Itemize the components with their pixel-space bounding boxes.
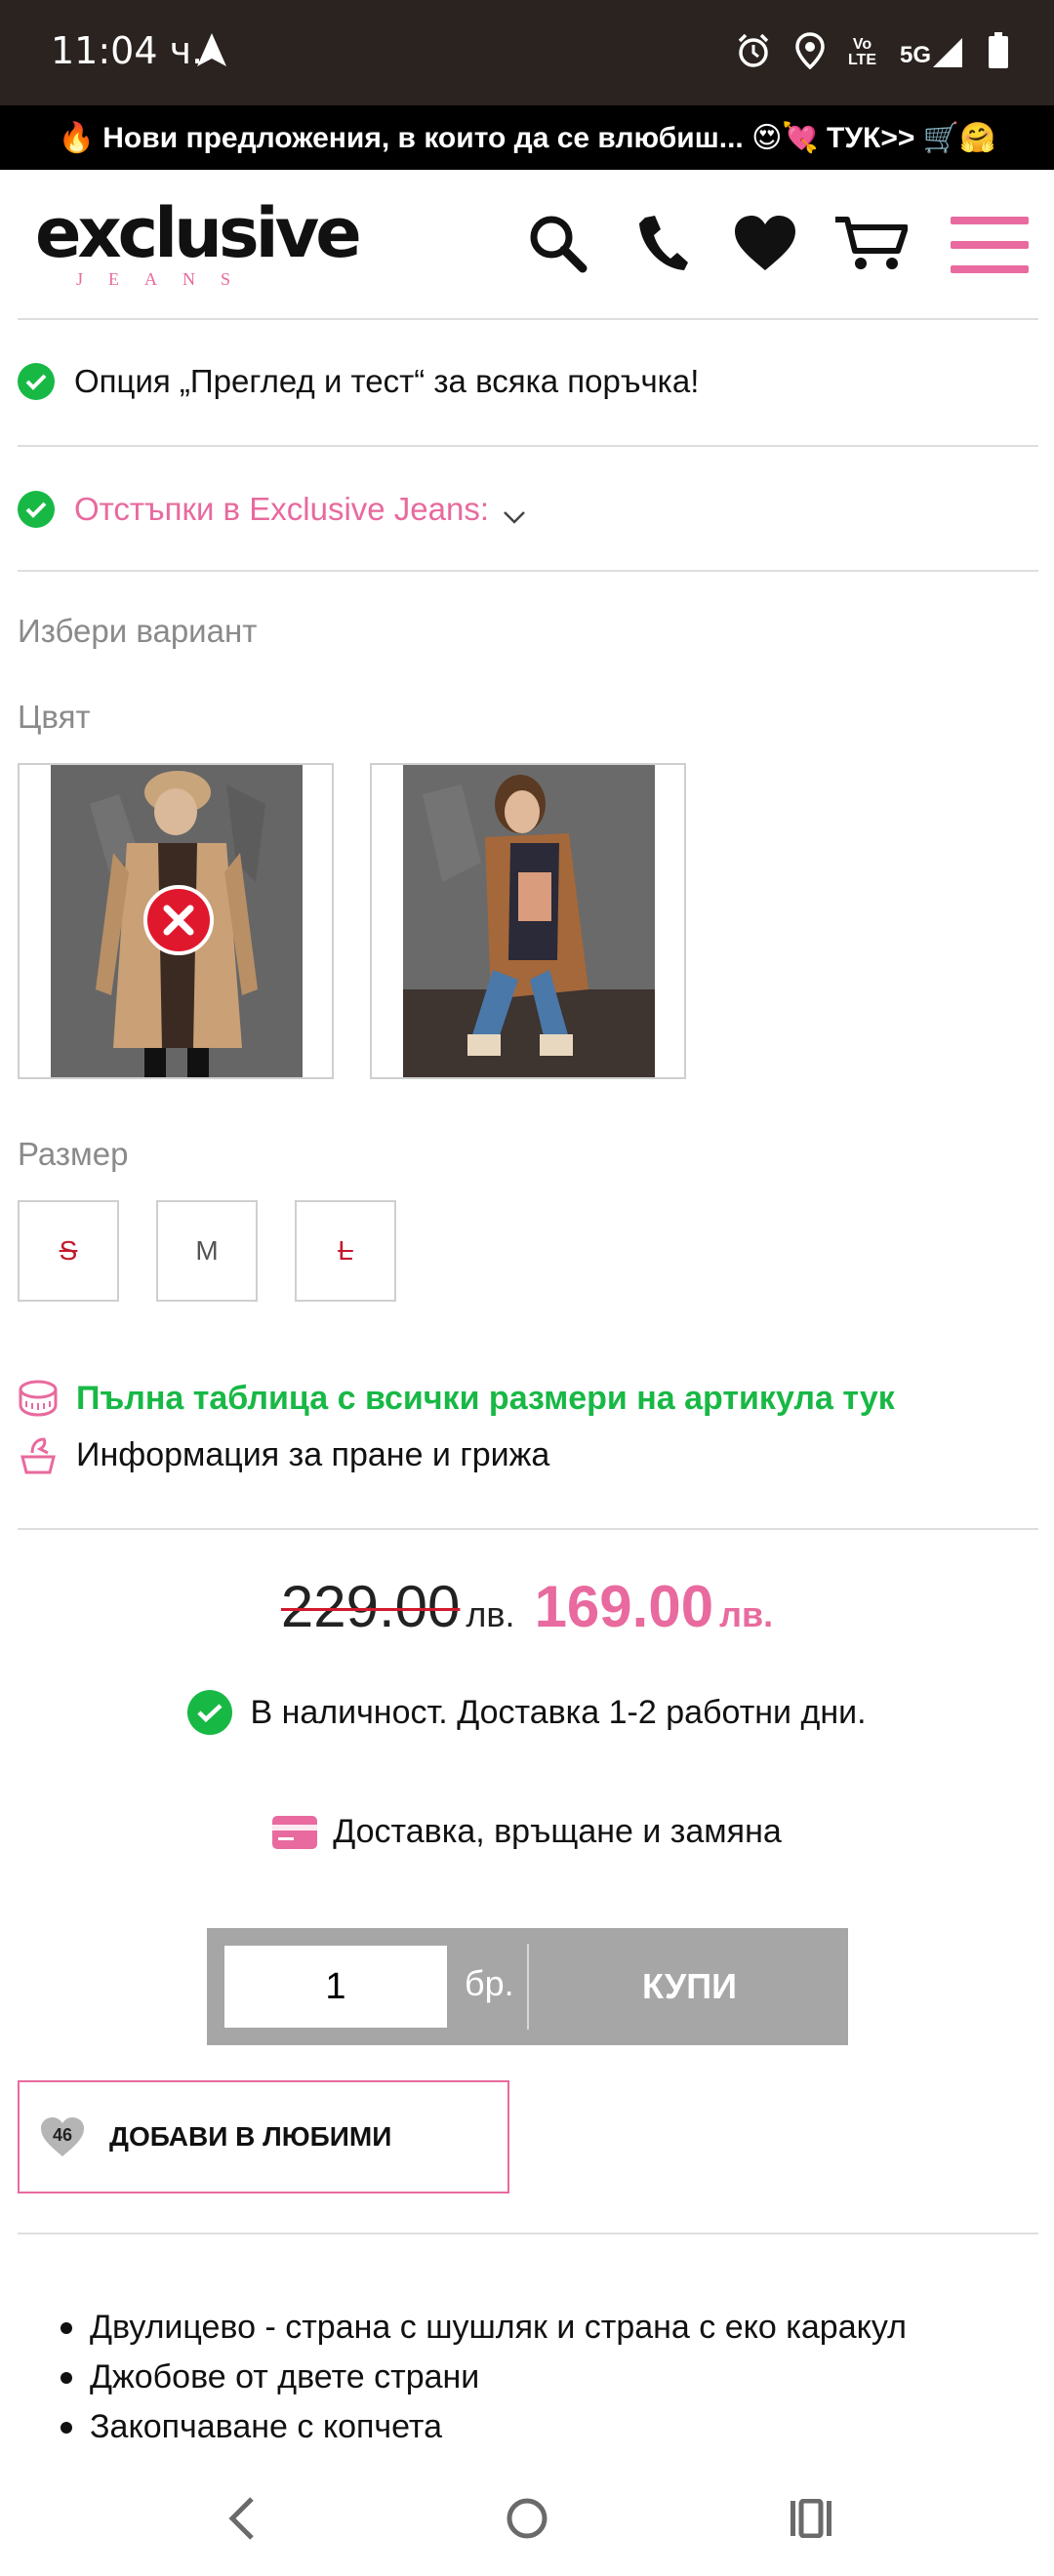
old-price: 229.00 — [280, 1574, 461, 1639]
check-icon — [187, 1690, 233, 1735]
divider — [18, 1528, 1038, 1530]
credit-card-icon — [272, 1815, 318, 1849]
stock-text: В наличност. Доставка 1-2 работни дни. — [250, 1693, 867, 1731]
new-price-currency: лв. — [719, 1594, 774, 1634]
search-icon[interactable] — [523, 209, 591, 277]
size-option-m-label: M — [195, 1235, 219, 1266]
favorites-count: 46 — [52, 2125, 73, 2145]
new-price: 169.00 — [534, 1574, 714, 1639]
feature-item: Двулицево - страна с шушляк и страна с е… — [57, 2303, 907, 2353]
home-icon[interactable] — [493, 2484, 561, 2553]
status-icons: Vo LTE 5G — [735, 27, 1009, 78]
divider — [18, 318, 1038, 320]
status-bar: 11:04 ч. Vo LTE 5G — [0, 0, 1054, 105]
volte-bottom: LTE — [847, 52, 876, 68]
unavailable-icon — [143, 885, 214, 955]
system-nav-bar — [0, 2459, 1054, 2576]
size-label: Размер — [18, 1136, 129, 1172]
care-info-text[interactable]: Информация за пране и грижа — [76, 1436, 549, 1474]
check-icon — [18, 363, 55, 400]
discounts-text[interactable]: Отстъпки в Exclusive Jeans: — [74, 491, 489, 528]
discounts-toggle[interactable]: Отстъпки в Exclusive Jeans: — [18, 486, 526, 533]
color-swatch-camel[interactable] — [370, 763, 686, 1079]
cart-icon[interactable] — [831, 209, 910, 277]
chevron-down-icon[interactable] — [503, 496, 526, 533]
product-image-camel — [403, 765, 655, 1077]
signal-icon — [933, 38, 962, 67]
divider — [18, 445, 1038, 447]
buy-button[interactable]: КУПИ — [531, 1928, 848, 2045]
promo-text[interactable]: 🔥 Нови предложения, в които да се влюбиш… — [59, 121, 996, 155]
recents-icon[interactable] — [777, 2484, 845, 2553]
size-option-l-label: L — [338, 1235, 353, 1266]
size-option-s-label: S — [59, 1235, 78, 1266]
feature-item: Закопчаване с копчета — [57, 2402, 907, 2452]
logo-wordmark: exclusive — [35, 193, 362, 273]
battery-icon — [988, 31, 1009, 74]
promo-banner[interactable]: 🔥 Нови предложения, в които да се влюбиш… — [0, 105, 1054, 170]
navigation-arrow-icon — [195, 31, 228, 73]
measuring-tape-icon — [18, 1378, 59, 1419]
inspect-test-option: Опция „Преглед и тест“ за всяка поръчка! — [18, 363, 699, 400]
heart-icon: 46 — [39, 2115, 86, 2158]
menu-icon[interactable] — [951, 217, 1029, 273]
size-option-s[interactable]: S — [18, 1200, 119, 1302]
add-to-favorites-label[interactable]: ДОБАВИ В ЛЮБИМИ — [109, 2121, 391, 2153]
site-header: exclusive JEANS — [0, 170, 1054, 318]
buy-bar: бр. КУПИ — [207, 1928, 848, 2045]
inspect-test-text: Опция „Преглед и тест“ за всяка поръчка! — [74, 363, 700, 399]
old-price-currency: лв. — [466, 1594, 515, 1634]
size-option-m[interactable]: M — [156, 1200, 258, 1302]
site-logo[interactable]: exclusive JEANS — [35, 193, 362, 297]
status-time: 11:04 ч. — [51, 29, 204, 72]
volte-top: Vo — [852, 36, 872, 53]
check-icon — [18, 491, 55, 528]
feature-item: Джобове от двете страни — [57, 2353, 907, 2402]
quantity-input[interactable] — [224, 1946, 447, 2028]
delivery-link[interactable]: Доставка, връщане и замяна — [0, 1813, 1054, 1851]
product-features: Двулицево - страна с шушляк и страна с е… — [57, 2303, 907, 2452]
size-table-text[interactable]: Пълна таблица с всички размери на артику… — [76, 1380, 895, 1418]
back-icon[interactable] — [207, 2484, 275, 2553]
stock-status: В наличност. Доставка 1-2 работни дни. — [0, 1690, 1054, 1735]
volte-indicator: Vo LTE — [848, 37, 876, 68]
alarm-icon — [735, 32, 772, 74]
add-to-favorites-button[interactable]: 46 ДОБАВИ В ЛЮБИМИ — [18, 2080, 509, 2194]
quantity-unit: бр. — [465, 1963, 514, 2003]
heart-icon[interactable] — [731, 209, 799, 277]
color-label: Цвят — [18, 699, 91, 735]
divider — [18, 570, 1038, 572]
phone-icon[interactable] — [628, 209, 697, 277]
washing-hand-icon — [18, 1434, 59, 1475]
color-swatch-beige[interactable] — [18, 763, 334, 1079]
network-type: 5G — [899, 42, 931, 68]
choose-variant-label: Избери вариант — [18, 613, 258, 649]
care-info-link[interactable]: Информация за пране и грижа — [18, 1434, 549, 1475]
delivery-text[interactable]: Доставка, връщане и замяна — [333, 1813, 782, 1851]
size-option-l[interactable]: L — [295, 1200, 396, 1302]
size-table-link[interactable]: Пълна таблица с всички размери на артику… — [18, 1378, 895, 1419]
price-block: 229.00 лв. 169.00 лв. — [0, 1573, 1054, 1640]
divider — [527, 1944, 529, 2030]
location-icon — [795, 31, 825, 74]
divider — [18, 2233, 1038, 2234]
signal-group: 5G — [900, 36, 964, 69]
